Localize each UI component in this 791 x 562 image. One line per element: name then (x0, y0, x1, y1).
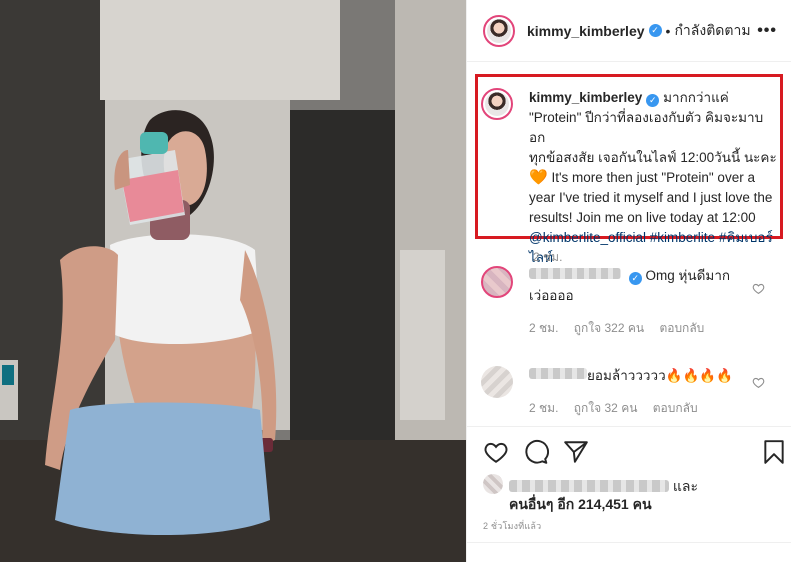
comment-meta: 2 ชม. ถูกใจ 32 คน ตอบกลับ (529, 398, 744, 418)
comment-like-heart-icon[interactable] (752, 376, 765, 389)
more-options-icon[interactable]: ••• (757, 22, 777, 40)
liker-avatar[interactable] (483, 474, 503, 494)
comment-bubble-icon[interactable] (523, 439, 549, 465)
commenter-avatar[interactable] (481, 266, 513, 298)
caption-time: 2 ชม. (533, 250, 563, 264)
post-side-panel: kimmy_kimberley ✓ • กำลังติดตาม ••• kimm… (466, 0, 791, 562)
like-heart-icon[interactable] (483, 439, 509, 465)
caption-text: kimmy_kimberley ✓ มากกว่าแค่ "Protein" ปี… (529, 88, 779, 268)
caption: kimmy_kimberley ✓ มากกว่าแค่ "Protein" ปี… (481, 88, 781, 268)
share-direct-icon[interactable] (563, 439, 589, 465)
post-photo (0, 0, 466, 562)
comment-time: 2 ชม. (529, 401, 559, 415)
reply-button[interactable]: ตอบกลับ (659, 321, 704, 335)
verified-badge-icon: ✓ (628, 272, 642, 285)
caption-username[interactable]: kimmy_kimberley (529, 90, 642, 105)
comment-likes[interactable]: ถูกใจ 32 คน (574, 401, 638, 415)
following-button[interactable]: กำลังติดตาม (674, 20, 750, 42)
comment-text: ยอมล้าววววว🔥🔥🔥🔥 (587, 368, 733, 383)
blurred-username (529, 268, 621, 279)
post-image-illustration (0, 0, 466, 562)
blurred-username (529, 368, 587, 379)
hashtag-link[interactable]: #kimberlite (650, 230, 715, 245)
caption-english: It's more then just "Protein" over a yea… (529, 170, 773, 225)
comment-like-heart-icon[interactable] (752, 282, 765, 295)
mention-link[interactable]: @kimberlite_official (529, 230, 646, 245)
likes-others[interactable]: คนอื่นๆ อีก 214,451 คน (509, 494, 652, 516)
reply-button[interactable]: ตอบกลับ (653, 401, 698, 415)
caption-thai-2: "Protein" ปีกว่าที่ลองเองกับตัว คิมจะมาบ… (529, 110, 764, 145)
blurred-liker-name[interactable] (509, 480, 669, 492)
comment-text: Omg หุ่นดีมาก (645, 268, 731, 283)
post-actions-bar (467, 426, 791, 474)
divider (467, 542, 791, 543)
bookmark-icon[interactable] (763, 439, 785, 465)
verified-badge-icon: ✓ (646, 94, 660, 107)
comment-likes[interactable]: ถูกใจ 322 คน (574, 321, 644, 335)
caption-thai-1: มากกว่าแค่ (663, 90, 729, 105)
author-avatar[interactable] (483, 14, 515, 47)
separator-dot: • (665, 22, 671, 39)
commenter-avatar[interactable] (481, 366, 513, 398)
likes-and: และ (672, 478, 699, 494)
comment-meta: 2 ชม. ถูกใจ 322 คน ตอบกลับ (529, 318, 744, 338)
author-username[interactable]: kimmy_kimberley (527, 23, 645, 39)
comment-item: ✓ Omg หุ่นดีมาก เว่ออออ 2 ชม. ถูกใจ 322 … (481, 266, 781, 338)
comment-item: ยอมล้าววววว🔥🔥🔥🔥 2 ชม. ถูกใจ 32 คน ตอบกลั… (481, 366, 781, 418)
verified-badge-icon: ✓ (648, 24, 662, 37)
post-header: kimmy_kimberley ✓ • กำลังติดตาม ••• (467, 0, 791, 62)
caption-avatar[interactable] (481, 88, 513, 120)
comment-time: 2 ชม. (529, 321, 559, 335)
comment-text-cont: เว่ออออ (529, 288, 574, 303)
caption-thai-3: ทุกข้อสงสัย เจอกันในไลฟ์ 12:00วันนี้ นะค… (529, 150, 777, 165)
post-timestamp: 2 ชั่วโมงที่แล้ว (483, 521, 542, 531)
orange-heart-emoji: 🧡 (529, 169, 548, 186)
